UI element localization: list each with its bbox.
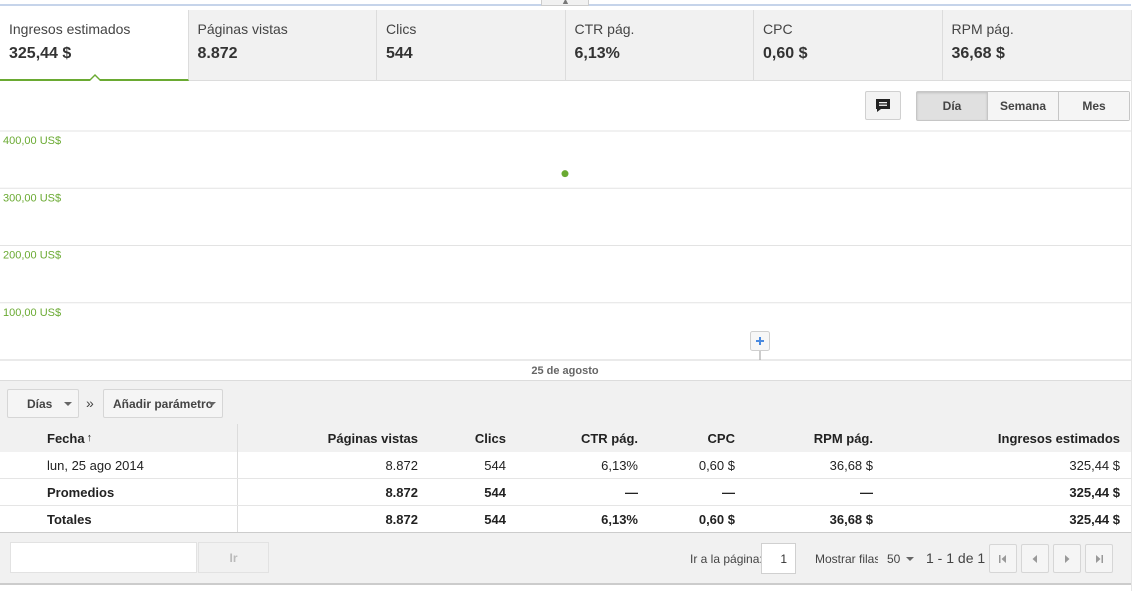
table-row-averages: Promedios 8.872 544 — — — 325,44 $ xyxy=(0,479,1131,506)
header-rpm[interactable]: RPM pág. xyxy=(814,424,873,452)
metric-value: 36,68 $ xyxy=(951,45,1005,62)
metric-label: RPM pág. xyxy=(951,21,1014,37)
rows-label: Mostrar filas: xyxy=(815,552,884,566)
last-page-icon xyxy=(1096,554,1103,563)
cell-cpc: 0,60 $ xyxy=(698,511,735,527)
y-tick-label: 200,00 US$ xyxy=(3,250,61,262)
metric-label: Clics xyxy=(386,21,417,37)
metric-tabs: Ingresos estimados 325,44 $ Páginas vist… xyxy=(0,10,1131,81)
header-paginas-vistas[interactable]: Páginas vistas xyxy=(328,424,418,452)
chart: 400,00 US$ 300,00 US$ 200,00 US$ 100,00 US$… xyxy=(0,125,1131,380)
chevron-down-icon xyxy=(64,402,72,406)
y-tick-label: 300,00 US$ xyxy=(3,192,61,204)
cell-cpc: 0,60 $ xyxy=(698,457,735,473)
metric-label: CPC xyxy=(763,21,793,37)
metric-tab-cpc[interactable]: CPC 0,60 $ xyxy=(754,10,943,81)
cell-date: Promedios xyxy=(47,484,115,500)
header-ingresos[interactable]: Ingresos estimados xyxy=(998,424,1120,452)
cell-clics: 544 xyxy=(484,457,506,473)
previous-page-icon xyxy=(1032,554,1037,563)
metric-value: 325,44 $ xyxy=(9,45,72,62)
metric-label: Páginas vistas xyxy=(197,21,288,37)
chevron-up-icon: ▲ xyxy=(561,0,570,6)
rows-per-page-dropdown[interactable]: 50 xyxy=(878,543,918,574)
cell-cpc: — xyxy=(722,484,735,500)
metric-tab-paginas-vistas[interactable]: Páginas vistas 8.872 xyxy=(189,10,377,81)
period-month-button[interactable]: Mes xyxy=(1059,92,1129,120)
cell-ingresos: 325,44 $ xyxy=(1069,511,1120,527)
collapse-handle[interactable]: ▲ xyxy=(541,0,589,6)
cell-rpm: 36,68 $ xyxy=(829,511,873,527)
last-page-button[interactable] xyxy=(1085,544,1113,573)
cell-ingresos: 325,44 $ xyxy=(1069,484,1120,500)
cell-clics: 544 xyxy=(484,484,506,500)
filter-input[interactable] xyxy=(10,542,197,573)
cell-ctr: 6,13% xyxy=(601,511,638,527)
first-page-icon xyxy=(999,554,1006,563)
cell-date: lun, 25 ago 2014 xyxy=(47,457,144,473)
next-page-button[interactable] xyxy=(1053,544,1081,573)
x-tick-label: 25 de agosto xyxy=(531,365,599,377)
page-range: 1 - 1 de 1 xyxy=(926,550,986,566)
cell-pv: 8.872 xyxy=(385,511,418,527)
metric-value: 6,13% xyxy=(574,45,620,62)
annotation-button[interactable] xyxy=(865,91,901,120)
cell-rpm: — xyxy=(860,484,873,500)
chevron-down-icon xyxy=(208,402,216,406)
metric-tab-ingresos[interactable]: Ingresos estimados 325,44 $ xyxy=(0,10,189,81)
metric-tab-clics[interactable]: Clics 544 xyxy=(377,10,566,81)
metric-value: 544 xyxy=(386,45,413,62)
cell-clics: 544 xyxy=(484,511,506,527)
page-number-input[interactable]: 1 xyxy=(761,543,796,574)
header-ctr[interactable]: CTR pág. xyxy=(581,424,638,452)
cell-date: Totales xyxy=(47,511,92,527)
report-table: Fecha ↑ Páginas vistas Clics CTR pág. CP… xyxy=(0,424,1131,533)
period-week-button[interactable]: Semana xyxy=(988,92,1059,120)
cell-ctr: — xyxy=(625,484,638,500)
goto-page-label: Ir a la página: xyxy=(690,552,763,566)
metric-value: 8.872 xyxy=(197,45,238,62)
header-clics[interactable]: Clics xyxy=(475,424,506,452)
metric-tab-ctr[interactable]: CTR pág. 6,13% xyxy=(566,10,754,81)
period-selector: Día Semana Mes xyxy=(916,91,1130,121)
metric-label: Ingresos estimados xyxy=(9,21,131,37)
dimension-label: Días xyxy=(27,396,53,411)
scrollbar[interactable] xyxy=(1131,10,1137,591)
metric-label: CTR pág. xyxy=(574,21,635,37)
next-page-icon xyxy=(1065,554,1070,563)
go-button[interactable]: Ir xyxy=(198,542,269,573)
dimension-bar: Días » Añadir parámetro xyxy=(0,380,1131,424)
breadcrumb-separator: » xyxy=(86,395,94,411)
metric-tab-rpm[interactable]: RPM pág. 36,68 $ xyxy=(943,10,1132,81)
period-day-button[interactable]: Día xyxy=(917,92,988,120)
cell-pv: 8.872 xyxy=(385,484,418,500)
first-page-button[interactable] xyxy=(989,544,1017,573)
add-parameter-label: Añadir parámetro xyxy=(113,396,214,411)
data-point xyxy=(561,170,569,178)
cell-rpm: 36,68 $ xyxy=(829,457,873,473)
active-caret-icon xyxy=(88,74,102,81)
add-parameter-dropdown[interactable]: Añadir parámetro xyxy=(103,389,223,418)
metric-value: 0,60 $ xyxy=(763,45,808,62)
y-tick-label: 400,00 US$ xyxy=(3,135,61,147)
top-strip: ▲ xyxy=(0,0,1137,10)
table-footer: Ir Ir a la página: 1 Mostrar filas: 50 1… xyxy=(0,533,1131,585)
table-header: Fecha ↑ Páginas vistas Clics CTR pág. CP… xyxy=(0,424,1131,452)
header-cpc[interactable]: CPC xyxy=(708,424,735,452)
dimension-dropdown[interactable]: Días xyxy=(7,389,79,418)
table-row: lun, 25 ago 2014 8.872 544 6,13% 0,60 $ … xyxy=(0,452,1131,479)
chevron-down-icon xyxy=(906,557,914,561)
y-tick-label: 100,00 US$ xyxy=(3,307,61,319)
comment-icon xyxy=(876,99,890,112)
chart-svg: 400,00 US$ 300,00 US$ 200,00 US$ 100,00 US$… xyxy=(0,130,1131,377)
previous-page-button[interactable] xyxy=(1021,544,1049,573)
cell-pv: 8.872 xyxy=(385,457,418,473)
sort-ascending-icon: ↑ xyxy=(86,432,93,444)
table-row-totals: Totales 8.872 544 6,13% 0,60 $ 36,68 $ 3… xyxy=(0,506,1131,533)
header-fecha[interactable]: Fecha ↑ xyxy=(47,424,232,452)
cell-ingresos: 325,44 $ xyxy=(1069,457,1120,473)
cell-ctr: 6,13% xyxy=(601,457,638,473)
